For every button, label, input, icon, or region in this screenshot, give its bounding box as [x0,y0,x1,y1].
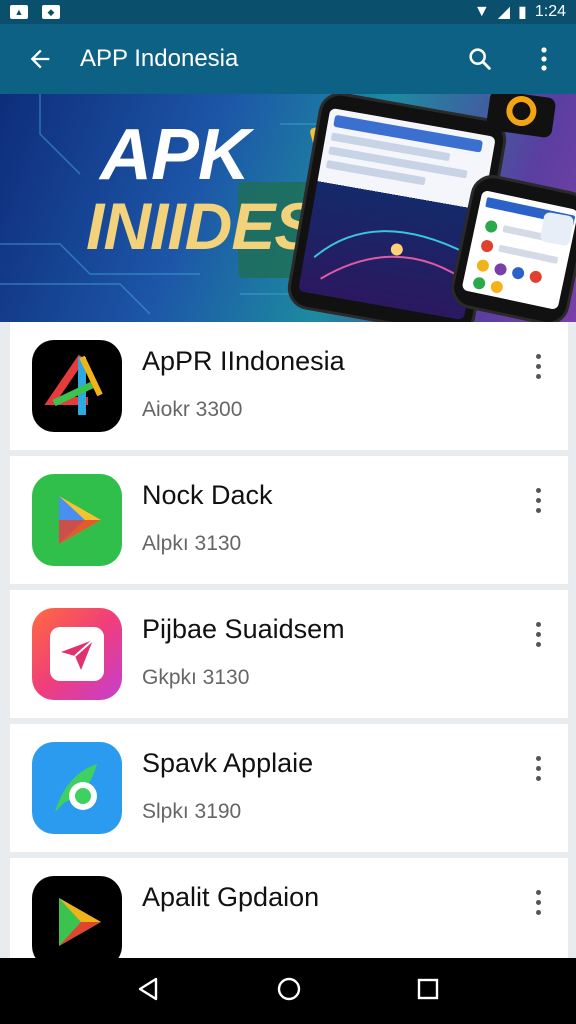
more-options-button[interactable] [524,346,552,386]
back-nav-button[interactable] [136,976,162,1007]
home-nav-button[interactable] [275,975,303,1008]
circle-home-icon [277,977,301,1000]
app-name: Spavk Applaie [142,748,314,778]
triangle-back-icon [139,977,158,1000]
play-gradient-icon [32,876,122,968]
app-name: Nock Dack [142,480,273,510]
promo-banner[interactable]: APK INIIDESIA [0,94,576,322]
arrow-left-icon [30,49,50,69]
stylized-4-icon [32,340,122,432]
search-icon [469,48,491,70]
gallery-notification-icon: ▲ [10,5,28,19]
app-name: Apalit Gpdaion [142,882,320,912]
camera-app-badge [539,211,575,247]
banner-title-line1: APK [100,115,250,195]
more-options-button[interactable] [524,882,552,922]
status-bar: ▲ ◆ ▼ ◢ ▮ 1:24 [0,0,576,24]
phone-app-grid [473,197,575,293]
signal-icon: ◢ [497,4,511,21]
page-title: APP Indonesia [80,45,239,72]
app-version: Slpkı 3190 [142,800,242,823]
more-options-button[interactable] [524,480,552,520]
wifi-icon: ▼ [473,3,490,20]
square-recents-icon [417,978,438,999]
app-name: ApPR IIndonesia [142,346,345,376]
app-bar: APP Indonesia [0,24,576,94]
app-version: Alpkı 3130 [142,532,242,555]
battery-icon: ▮ [518,4,527,21]
leaf-bird-icon [32,742,122,834]
clock: 1:24 [534,3,566,20]
more-options-button[interactable] [524,748,552,788]
back-button[interactable] [0,24,80,94]
list-item[interactable]: Nock Dack Alpkı 3130 [10,456,568,590]
overflow-menu-button[interactable] [512,24,576,94]
paper-plane-icon [32,608,122,700]
app-list: ApPR IIndonesia Aiokr 3300 Nock Dack Alp… [10,322,568,992]
app-notification-icon: ◆ [42,5,60,19]
more-vertical-icon [541,47,547,71]
search-button[interactable] [448,24,512,94]
list-item[interactable]: Spavk Applaie Slpkı 3190 [10,724,568,858]
app-version: Aiokr 3300 [142,398,243,421]
list-item[interactable]: Pijbae Suaidsem Gkpkı 3130 [10,590,568,724]
play-triangle-icon [32,474,122,566]
system-navigation-bar [0,958,576,1024]
recents-nav-button[interactable] [416,977,440,1006]
more-options-button[interactable] [524,614,552,654]
app-version: Gkpkı 3130 [142,666,250,689]
list-item[interactable]: ApPR IIndonesia Aiokr 3300 [10,322,568,456]
app-name: Pijbae Suaidsem [142,614,345,644]
